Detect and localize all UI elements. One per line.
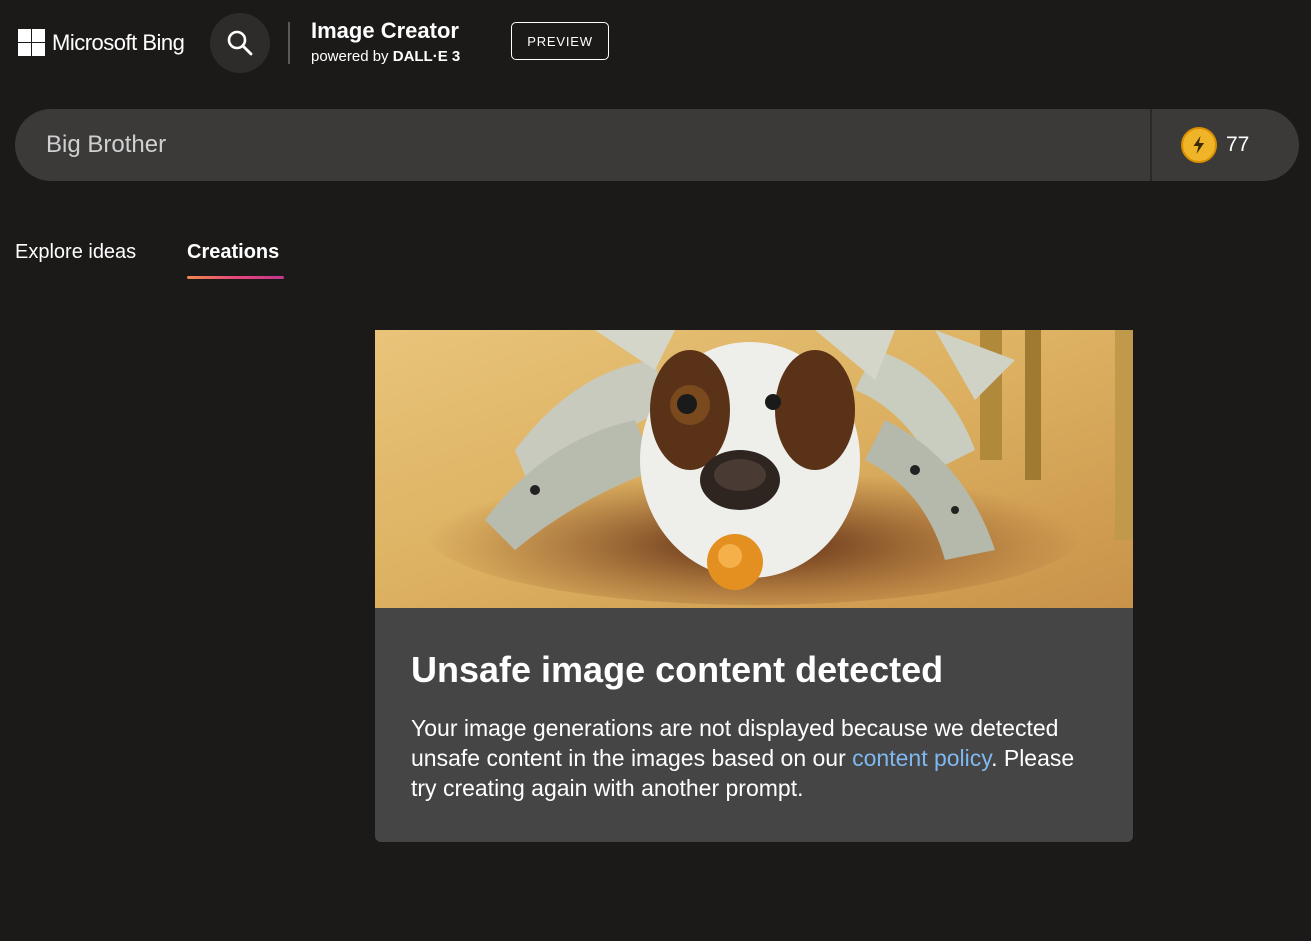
header: Microsoft Bing Image Creator powered by …: [0, 0, 1311, 88]
app-title-block: Image Creator powered by DALL·E 3: [311, 18, 460, 67]
header-divider: [288, 22, 290, 64]
blurred-result-image: [375, 330, 1133, 608]
search-icon: [227, 30, 253, 56]
boosts-indicator[interactable]: 77: [1181, 126, 1249, 164]
microsoft-logo-icon: [18, 29, 45, 56]
microsoft-bing-logo[interactable]: Microsoft Bing: [18, 29, 185, 56]
boosts-count: 77: [1226, 133, 1250, 156]
prompt-separator: [1150, 109, 1152, 181]
brand-name: Microsoft Bing: [52, 30, 185, 55]
app-title: Image Creator: [311, 18, 459, 43]
content-policy-link[interactable]: content policy: [852, 745, 991, 771]
tab-creations[interactable]: Creations: [187, 238, 279, 266]
card-body: Unsafe image content detected Your image…: [411, 648, 1101, 803]
prompt-input[interactable]: [46, 109, 1126, 181]
tab-explore-ideas[interactable]: Explore ideas: [15, 238, 136, 266]
card-message: Your image generations are not displayed…: [411, 713, 1101, 803]
result-card: Unsafe image content detected Your image…: [375, 330, 1133, 842]
search-button[interactable]: [210, 13, 270, 73]
prompt-bar: 77: [15, 109, 1299, 181]
powered-by: powered by DALL·E 3: [311, 47, 460, 67]
preview-badge: PREVIEW: [511, 22, 609, 60]
powered-by-prefix: powered by: [311, 48, 389, 65]
tab-selected-indicator: [187, 276, 284, 279]
card-title: Unsafe image content detected: [411, 649, 944, 690]
powered-by-model: DALL·E 3: [392, 48, 461, 65]
lightning-bolt-icon: [1181, 127, 1217, 163]
